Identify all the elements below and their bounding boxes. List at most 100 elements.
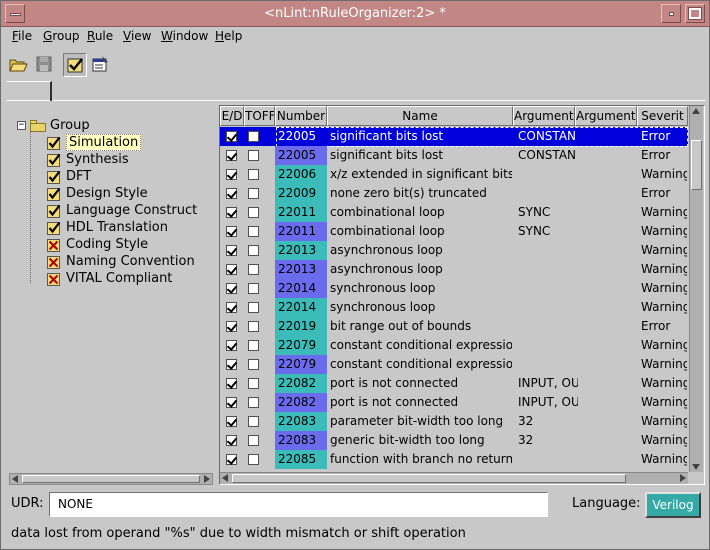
- toff-checkbox[interactable]: [248, 131, 259, 142]
- menu-file[interactable]: File: [12, 29, 32, 43]
- checked-icon[interactable]: [47, 170, 62, 184]
- menu-help[interactable]: Help: [215, 29, 242, 43]
- minimize-button[interactable]: [661, 4, 681, 23]
- enable-checkbox[interactable]: [226, 131, 237, 142]
- save-button[interactable]: [33, 53, 57, 77]
- table-row[interactable]: 22013 asynchronous loop Warning: [220, 260, 688, 279]
- language-button[interactable]: Verilog: [645, 492, 701, 518]
- enable-checkbox[interactable]: [226, 169, 237, 180]
- table-row[interactable]: 22006 x/z extended in significant bits War…: [220, 165, 688, 184]
- toff-checkbox[interactable]: [248, 150, 259, 161]
- tree-item-design-style[interactable]: Design Style: [47, 185, 148, 202]
- enable-checkbox[interactable]: [226, 150, 237, 161]
- tree-item-vital-compliant[interactable]: VITAL Compliant: [47, 270, 172, 287]
- tree-horizontal-scrollbar[interactable]: [9, 473, 213, 485]
- crossed-icon[interactable]: [47, 272, 62, 286]
- toff-checkbox[interactable]: [248, 359, 259, 370]
- udr-input[interactable]: NONE: [49, 492, 548, 517]
- menu-group[interactable]: Group: [43, 29, 80, 43]
- table-vertical-scrollbar[interactable]: [689, 106, 703, 472]
- table-row[interactable]: 22005 significant bits lost CONSTAN Error: [220, 146, 688, 165]
- enable-checkbox[interactable]: [226, 340, 237, 351]
- enable-checkbox[interactable]: [226, 397, 237, 408]
- scroll-right-icon[interactable]: [680, 474, 686, 482]
- table-row[interactable]: 22083 generic bit-width too long 32 Warning: [220, 431, 688, 450]
- enable-checkbox[interactable]: [226, 188, 237, 199]
- toff-checkbox[interactable]: [248, 169, 259, 180]
- col-name[interactable]: Name: [327, 106, 513, 126]
- tree-item-synthesis[interactable]: Synthesis: [47, 151, 129, 168]
- toff-checkbox[interactable]: [248, 302, 259, 313]
- enable-checkbox[interactable]: [226, 416, 237, 427]
- crossed-icon[interactable]: [47, 255, 62, 269]
- col-ed[interactable]: E/D: [220, 106, 244, 126]
- tree-item-simulation[interactable]: Simulation: [47, 134, 142, 151]
- crossed-icon[interactable]: [47, 238, 62, 252]
- tab-active[interactable]: [7, 81, 52, 101]
- checked-icon[interactable]: [47, 221, 62, 235]
- title-bar[interactable]: <nLint:nRuleOrganizer:2> *: [1, 1, 709, 27]
- enable-checkbox[interactable]: [226, 207, 237, 218]
- tree-item-coding-style[interactable]: Coding Style: [47, 236, 148, 253]
- scroll-down-icon[interactable]: [692, 464, 700, 470]
- table-row[interactable]: 22009 none zero bit(s) truncated Error: [220, 184, 688, 203]
- table-row[interactable]: 22011 combinational loop SYNC Warning: [220, 222, 688, 241]
- toff-checkbox[interactable]: [248, 378, 259, 389]
- tree-item-hdl-translation[interactable]: HDL Translation: [47, 219, 168, 236]
- table-horizontal-scrollbar[interactable]: [220, 472, 688, 484]
- maximize-button[interactable]: [685, 4, 705, 23]
- table-row[interactable]: 22082 port is not connected INPUT, OU Warni…: [220, 374, 688, 393]
- col-argument2[interactable]: Argument2: [575, 106, 637, 126]
- enable-checkbox[interactable]: [226, 454, 237, 465]
- tree-root[interactable]: − Group: [17, 117, 90, 134]
- table-row[interactable]: 22013 asynchronous loop Warning: [220, 241, 688, 260]
- scroll-thumb[interactable]: [22, 475, 200, 483]
- table-row[interactable]: 22083 parameter bit-width too long 32 Warni…: [220, 412, 688, 431]
- properties-button[interactable]: [90, 53, 114, 77]
- collapse-icon[interactable]: −: [17, 121, 26, 130]
- check-rules-button[interactable]: [63, 53, 87, 77]
- checked-icon[interactable]: [47, 187, 62, 201]
- toff-checkbox[interactable]: [248, 207, 259, 218]
- scroll-thumb[interactable]: [232, 474, 626, 483]
- tree-item-dft[interactable]: DFT: [47, 168, 91, 185]
- toff-checkbox[interactable]: [248, 226, 259, 237]
- toff-checkbox[interactable]: [248, 283, 259, 294]
- col-argument1[interactable]: Argument1: [513, 106, 575, 126]
- menu-view[interactable]: View: [123, 29, 151, 43]
- checked-icon[interactable]: [47, 136, 62, 150]
- toff-checkbox[interactable]: [248, 321, 259, 332]
- table-row[interactable]: 22082 port is not connected INPUT, OU Warni…: [220, 393, 688, 412]
- scroll-up-icon[interactable]: [692, 108, 700, 114]
- col-severity[interactable]: Severit: [637, 106, 688, 126]
- toff-checkbox[interactable]: [248, 397, 259, 408]
- scroll-left-icon[interactable]: [222, 474, 228, 482]
- tree-item-naming-convention[interactable]: Naming Convention: [47, 253, 195, 270]
- table-row[interactable]: 22019 bit range out of bounds Error: [220, 317, 688, 336]
- scroll-thumb[interactable]: [691, 140, 702, 190]
- toff-checkbox[interactable]: [248, 454, 259, 465]
- toff-checkbox[interactable]: [248, 340, 259, 351]
- enable-checkbox[interactable]: [226, 264, 237, 275]
- enable-checkbox[interactable]: [226, 302, 237, 313]
- table-row[interactable]: 22079 constant conditional expression Warn…: [220, 336, 688, 355]
- enable-checkbox[interactable]: [226, 321, 237, 332]
- scroll-left-icon[interactable]: [12, 475, 18, 483]
- col-number[interactable]: Number: [275, 106, 327, 126]
- table-row[interactable]: 22079 constant conditional expression Warn…: [220, 355, 688, 374]
- enable-checkbox[interactable]: [226, 435, 237, 446]
- tree-item-language-construct[interactable]: Language Construct: [47, 202, 197, 219]
- col-toff[interactable]: TOFF: [244, 106, 275, 126]
- menu-rule[interactable]: Rule: [87, 29, 113, 43]
- enable-checkbox[interactable]: [226, 283, 237, 294]
- toff-checkbox[interactable]: [248, 245, 259, 256]
- table-row[interactable]: 22011 combinational loop SYNC Warning: [220, 203, 688, 222]
- scroll-right-icon[interactable]: [204, 475, 210, 483]
- table-row[interactable]: 22014 synchronous loop Warning: [220, 279, 688, 298]
- checked-icon[interactable]: [47, 204, 62, 218]
- open-button[interactable]: [7, 53, 31, 77]
- table-row[interactable]: 22085 function with branch no return va Wa…: [220, 450, 688, 469]
- enable-checkbox[interactable]: [226, 226, 237, 237]
- toff-checkbox[interactable]: [248, 435, 259, 446]
- toff-checkbox[interactable]: [248, 264, 259, 275]
